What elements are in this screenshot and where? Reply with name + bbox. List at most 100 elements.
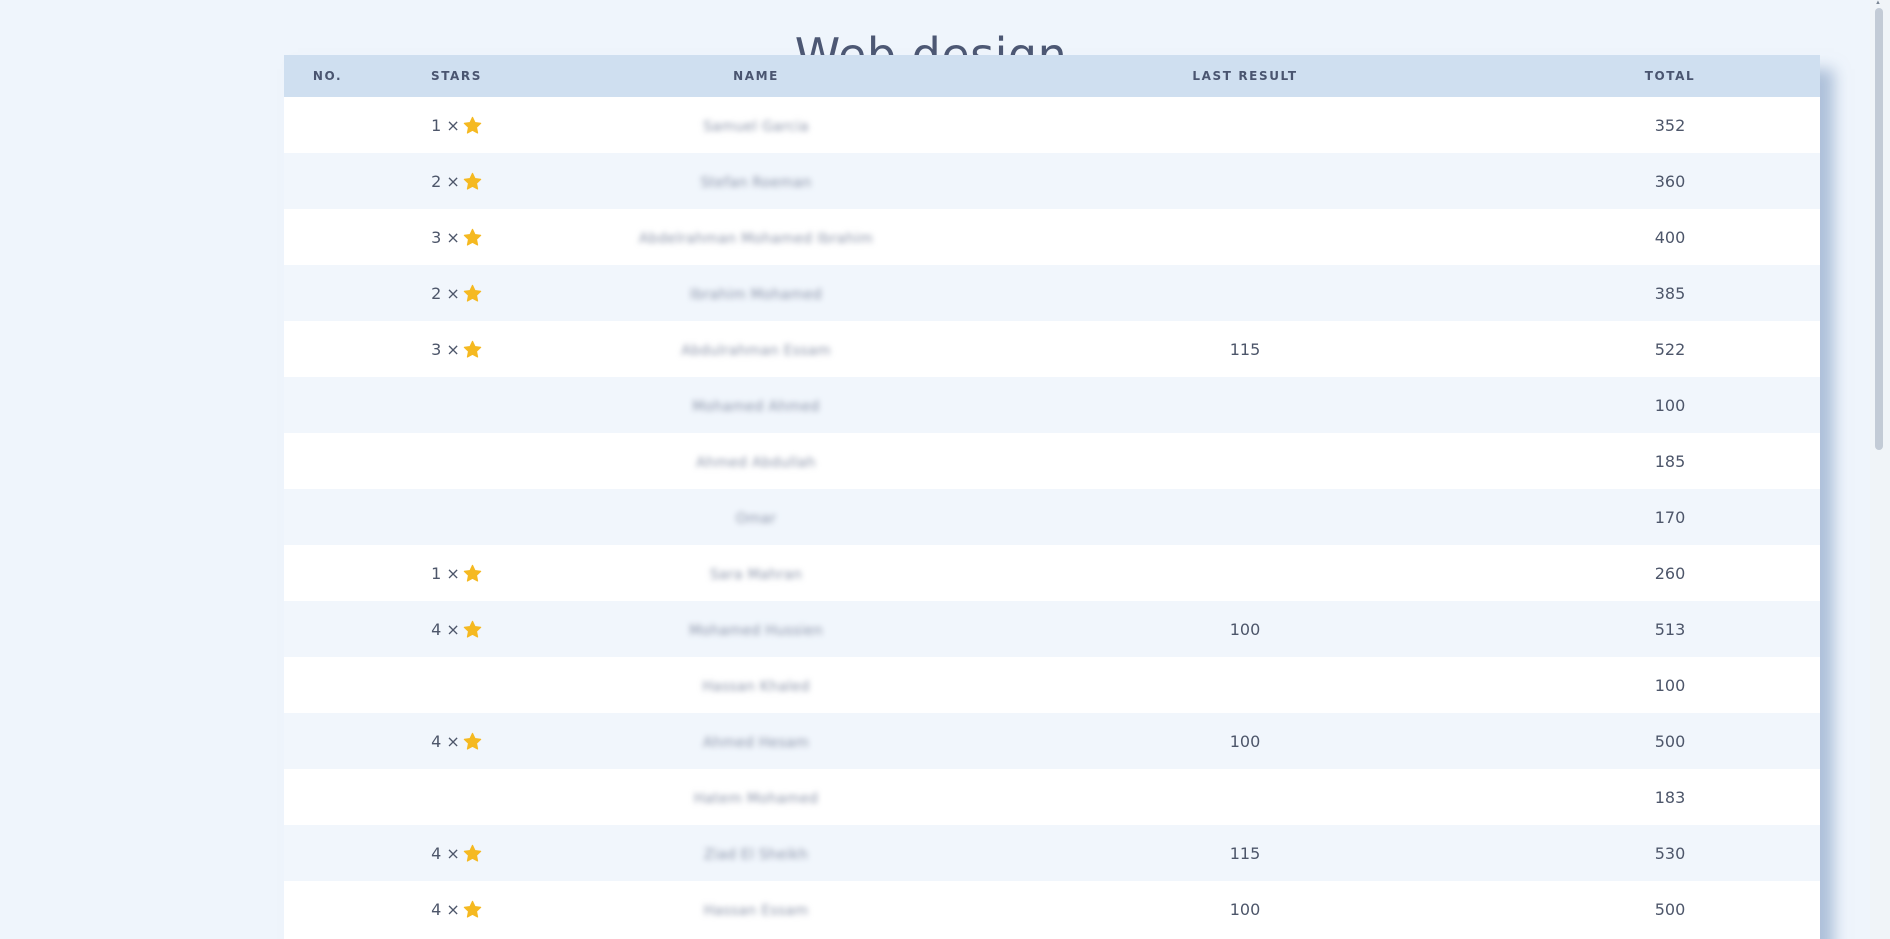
participant-name-blurred: Ibrahim Mohamed	[690, 286, 822, 303]
table-row[interactable]: 4 × Mohamed Hussien 100 513	[284, 601, 1820, 657]
participant-name-blurred: Hassan Khaled	[702, 678, 810, 695]
cell-total: 530	[1654, 843, 1686, 863]
cell-no	[284, 657, 371, 713]
table-header: NO. STARS NAME LAST RESULT TOTAL	[284, 55, 1820, 97]
stars-count: 3 ×	[431, 228, 482, 247]
participant-name-blurred: Mohamed Ahmed	[692, 398, 820, 415]
table-row[interactable]: 4 × Ahmed Hesam 100 500	[284, 713, 1820, 769]
stars-count: 1 ×	[431, 116, 482, 135]
cell-name: Ziad El Sheikh	[542, 825, 970, 881]
cell-total: 260	[1654, 563, 1686, 583]
star-icon	[463, 228, 482, 246]
cell-last-result: 100	[1229, 731, 1261, 751]
cell-name: Hatem Mohamed	[542, 769, 970, 825]
table-row[interactable]: Ahmed Abdullah 185	[284, 433, 1820, 489]
stars-count-label: 1 ×	[431, 115, 460, 135]
cell-no	[284, 545, 371, 601]
participant-name-blurred: Ahmed Abdullah	[696, 454, 816, 471]
table-row[interactable]: 4 × Ziad El Sheikh 115 530	[284, 825, 1820, 881]
cell-total: 185	[1654, 451, 1686, 471]
leaderboard-table-container: NO. STARS NAME LAST RESULT TOTAL 1 × Samu…	[284, 55, 1820, 939]
table-row[interactable]: Omar 170	[284, 489, 1820, 545]
scroll-up-arrow-icon[interactable]: ▲	[1875, 0, 1881, 6]
table-row[interactable]: 3 × Abdulrahman Essam 115 522	[284, 321, 1820, 377]
table-row[interactable]: 2 × Ibrahim Mohamed 385	[284, 265, 1820, 321]
cell-last-result: 115	[1229, 843, 1261, 863]
participant-name-blurred: Omar	[735, 510, 777, 527]
cell-stars: 3 ×	[371, 321, 542, 377]
cell-name: Ahmed Hesam	[542, 713, 970, 769]
column-header-name[interactable]: NAME	[542, 55, 970, 97]
cell-total: 522	[1654, 339, 1686, 359]
participant-name-blurred: Hatem Mohamed	[693, 790, 819, 807]
cell-name: Ibrahim Mohamed	[542, 265, 970, 321]
cell-last-result	[970, 265, 1520, 321]
stars-count-label: 4 ×	[431, 899, 460, 919]
stars-count-label: 4 ×	[431, 619, 460, 639]
column-header-no[interactable]: NO.	[284, 55, 371, 97]
stars-count: 2 ×	[431, 284, 482, 303]
cell-name: Hassan Essam	[542, 881, 970, 937]
cell-stars: 3 ×	[371, 209, 542, 265]
participant-name-blurred: Hassan Essam	[703, 902, 809, 919]
cell-total: 385	[1654, 283, 1686, 303]
cell-no	[284, 713, 371, 769]
cell-stars: 4 ×	[371, 825, 542, 881]
cell-name: Samuel Garcia	[542, 97, 970, 153]
cell-stars: 1 ×	[371, 97, 542, 153]
participant-name-blurred: Abdulrahman Essam	[681, 342, 831, 359]
cell-name: Mohamed Ahmed	[542, 377, 970, 433]
table-row[interactable]: Hassan Khaled 100	[284, 657, 1820, 713]
stars-count-label: 3 ×	[431, 227, 460, 247]
table-row[interactable]: 2 × Stefan Roeman 360	[284, 153, 1820, 209]
cell-stars	[371, 769, 542, 825]
cell-last-result	[970, 769, 1520, 825]
stars-count: 4 ×	[431, 900, 482, 919]
cell-no	[284, 377, 371, 433]
participant-name-blurred: Abdelrahman Mohamed Ibrahim	[638, 230, 874, 247]
table-row[interactable]: Hatem Mohamed 183	[284, 769, 1820, 825]
cell-last-result: 100	[1229, 619, 1261, 639]
cell-total: 500	[1654, 899, 1686, 919]
cell-no	[284, 433, 371, 489]
cell-no	[284, 601, 371, 657]
column-header-total[interactable]: TOTAL	[1520, 55, 1820, 97]
table-row[interactable]: Mohamed Ahmed 100	[284, 377, 1820, 433]
star-icon	[463, 900, 482, 918]
cell-last-result	[970, 97, 1520, 153]
stars-count-label: 2 ×	[431, 171, 460, 191]
cell-total: 513	[1654, 619, 1686, 639]
stars-count-label: 2 ×	[431, 283, 460, 303]
participant-name-blurred: Samuel Garcia	[703, 118, 809, 135]
star-icon	[463, 284, 482, 302]
table-row[interactable]: 1 × Sara Mahran 260	[284, 545, 1820, 601]
cell-name: Sara Mahran	[542, 545, 970, 601]
cell-name: Abdulrahman Essam	[542, 321, 970, 377]
table-header-row: NO. STARS NAME LAST RESULT TOTAL	[284, 55, 1820, 97]
cell-no	[284, 97, 371, 153]
cell-stars: 2 ×	[371, 265, 542, 321]
stars-count-label: 1 ×	[431, 563, 460, 583]
cell-stars: 4 ×	[371, 713, 542, 769]
stars-count: 2 ×	[431, 172, 482, 191]
stars-count-label: 3 ×	[431, 339, 460, 359]
table-row[interactable]: 4 × Hassan Essam 100 500	[284, 881, 1820, 937]
stars-count: 3 ×	[431, 340, 482, 359]
cell-stars	[371, 377, 542, 433]
cell-no	[284, 825, 371, 881]
cell-last-result	[970, 489, 1520, 545]
star-icon	[463, 340, 482, 358]
cell-last-result: 100	[1229, 899, 1261, 919]
column-header-last-result[interactable]: LAST RESULT	[970, 55, 1520, 97]
scrollbar-thumb[interactable]	[1875, 8, 1883, 450]
vertical-scrollbar[interactable]: ▲	[1870, 0, 1890, 939]
cell-last-result	[970, 377, 1520, 433]
table-row[interactable]: 3 × Abdelrahman Mohamed Ibrahim 400	[284, 209, 1820, 265]
star-icon	[463, 620, 482, 638]
page: Web design NO. STARS NAME LAST RESULT TO…	[0, 0, 1890, 939]
column-header-stars[interactable]: STARS	[371, 55, 542, 97]
participant-name-blurred: Mohamed Hussien	[689, 622, 823, 639]
cell-last-result	[970, 545, 1520, 601]
table-row[interactable]: 1 × Samuel Garcia 352	[284, 97, 1820, 153]
star-icon	[463, 732, 482, 750]
